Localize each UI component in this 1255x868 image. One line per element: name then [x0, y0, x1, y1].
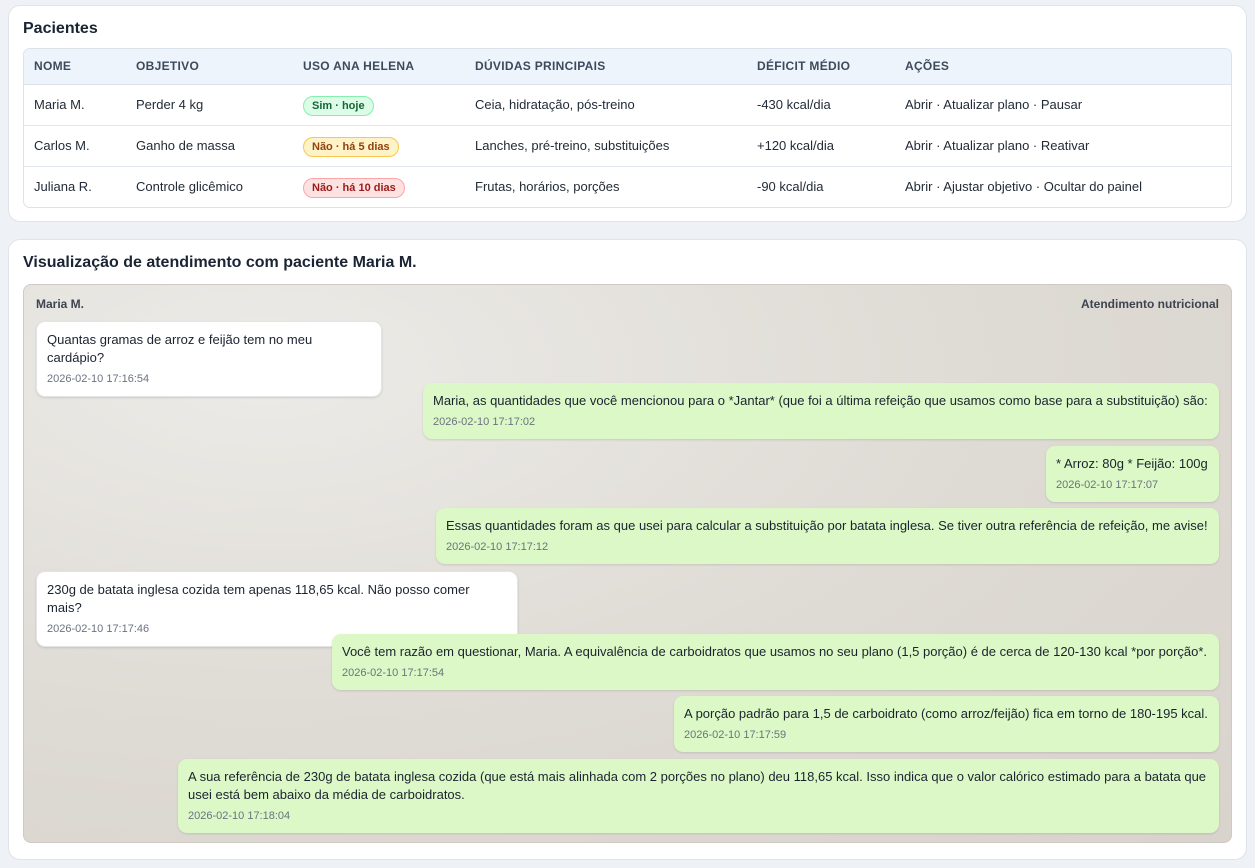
- usage-status-badge: Sim · hoje: [303, 96, 374, 116]
- patient-actions: Abrir · Ajustar objetivo · Ocultar do pa…: [895, 166, 1231, 207]
- column-header-deficit[interactable]: DÉFICIT MÉDIO: [747, 49, 895, 85]
- chat-panel: Visualização de atendimento com paciente…: [8, 239, 1247, 860]
- patient-goal: Controle glicêmico: [136, 179, 243, 195]
- patient-goal: Ganho de massa: [136, 138, 236, 153]
- patient-name: Carlos M.: [34, 138, 90, 153]
- assistant-message-bubble: Maria, as quantidades que você mencionou…: [423, 383, 1219, 439]
- action-link-abrir[interactable]: Abrir: [905, 138, 932, 153]
- action-separator: ·: [932, 179, 944, 195]
- message-text: A sua referência de 230g de batata ingle…: [188, 769, 1207, 802]
- assistant-message-bubble: A sua referência de 230g de batata ingle…: [178, 759, 1219, 833]
- patients-table: NOME OBJETIVO USO ANA HELENA DÚVIDAS PRI…: [24, 49, 1231, 207]
- action-link-ocultar-do-painel[interactable]: Ocultar do painel: [1044, 179, 1142, 194]
- action-link-reativar[interactable]: Reativar: [1041, 138, 1089, 153]
- assistant-message-bubble: Você tem razão em questionar, Maria. A e…: [332, 634, 1219, 690]
- table-row[interactable]: Carlos M. Ganho de massa Não · há 5 dias La…: [24, 125, 1231, 166]
- column-header-name[interactable]: NOME: [24, 49, 126, 85]
- patient-usage: Sim · hoje: [293, 84, 465, 125]
- action-link-pausar[interactable]: Pausar: [1041, 97, 1082, 112]
- patient-doubts: Frutas, horários, porções: [475, 179, 620, 195]
- message-text: 230g de batata inglesa cozida tem apenas…: [47, 582, 470, 615]
- assistant-message-bubble: Essas quantidades foram as que usei para…: [436, 508, 1219, 564]
- patients-table-container: NOME OBJETIVO USO ANA HELENA DÚVIDAS PRI…: [23, 48, 1232, 208]
- patient-usage: Não · há 5 dias: [293, 125, 465, 166]
- message-text: * Arroz: 80g * Feijão: 100g: [1056, 456, 1208, 471]
- message-timestamp: 2026-02-10 17:17:59: [684, 729, 787, 741]
- patient-doubts: Lanches, pré-treino, substituições: [475, 138, 670, 153]
- usage-status-badge: Não · há 5 dias: [303, 137, 399, 157]
- action-link-atualizar-plano[interactable]: Atualizar plano: [943, 97, 1029, 112]
- patient-message-bubble: Quantas gramas de arroz e feijão tem no …: [36, 321, 382, 397]
- action-separator: ·: [932, 97, 944, 112]
- patients-title: Pacientes: [23, 20, 98, 37]
- patient-deficit: +120 kcal/dia: [757, 138, 834, 153]
- message-text: Você tem razão em questionar, Maria. A e…: [342, 644, 1208, 659]
- table-header-row: NOME OBJETIVO USO ANA HELENA DÚVIDAS PRI…: [24, 49, 1231, 85]
- table-row[interactable]: Maria M. Perder 4 kg Sim · hoje Ceia, hidra…: [24, 84, 1231, 125]
- chat-transcript[interactable]: Maria M. Atendimento nutricional Quantas…: [23, 284, 1232, 843]
- message-text: Essas quantidades foram as que usei para…: [446, 518, 1208, 533]
- assistant-message-bubble: A porção padrão para 1,5 de carboidrato …: [674, 696, 1219, 752]
- chat-title: Visualização de atendimento com paciente…: [23, 254, 417, 271]
- action-link-ajustar-objetivo[interactable]: Ajustar objetivo: [943, 179, 1032, 194]
- action-separator: ·: [1032, 179, 1044, 195]
- message-text: A porção padrão para 1,5 de carboidrato …: [684, 706, 1208, 721]
- message-timestamp: 2026-02-10 17:17:07: [1056, 479, 1159, 491]
- patient-name: Maria M.: [34, 97, 85, 112]
- patient-name: Juliana R.: [34, 179, 92, 195]
- patient-usage: Não · há 10 dias: [293, 166, 465, 207]
- message-timestamp: 2026-02-10 17:16:54: [47, 373, 150, 385]
- assistant-message-bubble: * Arroz: 80g * Feijão: 100g 2026-02-10 17…: [1046, 446, 1219, 502]
- patients-panel: Pacientes NOME OBJETIVO USO ANA HELENA D…: [8, 5, 1247, 222]
- action-link-atualizar-plano[interactable]: Atualizar plano: [943, 138, 1029, 153]
- chat-patient-name: Maria M.: [36, 297, 85, 311]
- message-timestamp: 2026-02-10 17:17:12: [446, 541, 549, 553]
- patient-deficit: -90 kcal/dia: [757, 179, 824, 195]
- patient-goal: Perder 4 kg: [136, 97, 204, 112]
- action-separator: ·: [932, 138, 944, 153]
- column-header-goal[interactable]: OBJETIVO: [126, 49, 293, 85]
- chat-context-label: Atendimento nutricional: [1081, 297, 1219, 311]
- patient-actions: Abrir · Atualizar plano · Reativar: [895, 125, 1231, 166]
- message-timestamp: 2026-02-10 17:18:04: [188, 810, 291, 822]
- column-header-actions: AÇÕES: [895, 49, 1231, 85]
- patient-doubts: Ceia, hidratação, pós-treino: [475, 97, 635, 112]
- column-header-usage[interactable]: USO ANA HELENA: [293, 49, 465, 85]
- patient-actions: Abrir · Atualizar plano · Pausar: [895, 84, 1231, 125]
- column-header-doubts[interactable]: DÚVIDAS PRINCIPAIS: [465, 49, 747, 85]
- action-link-abrir[interactable]: Abrir: [905, 179, 932, 194]
- patient-deficit: -430 kcal/dia: [757, 97, 831, 112]
- message-text: Maria, as quantidades que você mencionou…: [433, 393, 1208, 408]
- table-row[interactable]: Juliana R. Controle glicêmico Não · há 10 …: [24, 166, 1231, 207]
- message-timestamp: 2026-02-10 17:17:02: [433, 416, 536, 428]
- action-separator: ·: [1029, 138, 1041, 153]
- action-link-abrir[interactable]: Abrir: [905, 97, 932, 112]
- message-timestamp: 2026-02-10 17:17:54: [342, 667, 445, 679]
- message-text: Quantas gramas de arroz e feijão tem no …: [47, 332, 313, 365]
- usage-status-badge: Não · há 10 dias: [303, 178, 405, 199]
- action-separator: ·: [1029, 97, 1041, 112]
